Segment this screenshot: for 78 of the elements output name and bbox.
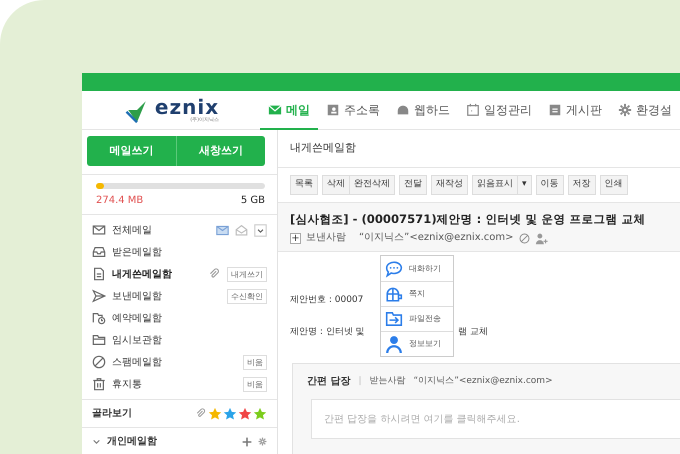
folder-action-button[interactable]: 수신확인 <box>227 288 267 304</box>
star-icon[interactable] <box>223 406 237 420</box>
logo-text: eznix <box>154 96 220 116</box>
paperclip-icon <box>195 408 207 420</box>
cup-icon <box>385 285 403 303</box>
dropdown-icon[interactable] <box>254 224 267 236</box>
separator: | <box>358 374 362 388</box>
reply-input-field[interactable]: 간편 답장을 하시려면 여기를 클릭해주세요. <box>311 399 680 439</box>
toolbar-button[interactable]: 삭제 <box>322 175 350 195</box>
folder-item[interactable]: 예약메일함 <box>112 310 267 326</box>
document-icon <box>92 267 106 281</box>
storage-used: 274.4 MB <box>96 194 144 208</box>
folder-item[interactable]: 스팸메일함 <box>112 354 237 370</box>
expand-button[interactable]: + <box>290 232 301 244</box>
toolbar-button[interactable]: 재작성 <box>431 175 468 195</box>
folder-item[interactable]: 임시보관함 <box>112 332 267 348</box>
toolbar-button[interactable]: ▾ <box>518 175 532 195</box>
toolbar-button[interactable]: 인쇄 <box>600 175 628 195</box>
star-icon[interactable] <box>253 406 267 420</box>
filter-label: 골라보기 <box>92 407 133 421</box>
mail-icon <box>268 102 282 116</box>
trash-icon <box>92 377 106 391</box>
folder-group-label: 개인메일함 <box>107 435 158 449</box>
menu-item[interactable]: 정보보기 <box>381 331 453 356</box>
read-mail-icon <box>216 224 229 236</box>
sender-address[interactable]: “이지닉스”<eznix@eznix.com> <box>359 231 514 245</box>
ban-icon <box>92 355 106 369</box>
folder-action-button[interactable]: 비움 <box>243 376 267 392</box>
storage-total: 5 GB <box>240 194 265 208</box>
settings-icon <box>618 102 632 116</box>
board-icon <box>548 102 562 116</box>
send-icon <box>92 289 106 303</box>
body-text: 제안명 : 인터넷 및 <box>290 326 366 338</box>
body-text: 램 교체 <box>458 326 489 338</box>
folder-item[interactable]: 받은메일함 <box>112 244 267 260</box>
calendar-icon <box>466 102 480 116</box>
add-icon <box>242 436 252 446</box>
nav-tab[interactable]: 일정관리 <box>458 91 540 130</box>
body-text: 제안번호 : 00007 <box>290 294 364 306</box>
toolbar-button[interactable]: 이동 <box>536 175 564 195</box>
folder-item[interactable]: 휴지통 <box>112 376 237 392</box>
open-envelope-icon <box>235 224 248 236</box>
paperclip-icon <box>208 268 221 280</box>
toolbar-button[interactable]: 목록 <box>290 175 318 195</box>
person-icon <box>385 335 403 353</box>
nav-tab[interactable]: 주소록 <box>318 91 388 130</box>
settings-icon <box>258 437 267 446</box>
folder-action-button[interactable]: 내게쓰기 <box>227 266 267 282</box>
mail-icon <box>92 223 106 237</box>
toolbar-button[interactable]: 저장 <box>568 175 596 195</box>
recipient-address: “이지닉스”<eznix@eznix.com> <box>414 374 553 388</box>
sender-label: 보낸사람 <box>306 231 346 245</box>
nav-tab[interactable]: 웹하드 <box>388 91 458 130</box>
star-icon[interactable] <box>238 406 252 420</box>
folder-title: 내게쓴메일함 <box>278 130 680 168</box>
toolbar-button[interactable]: 읽음표시 <box>472 175 518 195</box>
folder-arrow-icon <box>385 310 403 328</box>
quick-reply-title: 간편 답장 <box>307 375 350 389</box>
toolbar-button[interactable]: 완전삭제 <box>350 175 395 195</box>
chevron-down-icon <box>92 437 101 446</box>
folder-item[interactable]: 내게쓴메일함 <box>112 266 202 282</box>
block-icon <box>518 232 530 244</box>
address-book-icon <box>326 102 340 116</box>
star-icon[interactable] <box>208 406 222 420</box>
recipient-label: 받는사람 <box>370 374 406 388</box>
scheduled-folder-icon <box>92 311 106 325</box>
mail-subject: [심사협조] - (00007571)제안명 : 인터넷 및 운영 프로그램 교체 <box>290 211 646 227</box>
folder-action-button[interactable]: 비움 <box>243 354 267 370</box>
drive-icon <box>396 102 410 116</box>
add-contact-icon <box>534 232 548 244</box>
inbox-icon <box>92 245 106 259</box>
toolbar-button[interactable]: 전달 <box>399 175 427 195</box>
chat-bubble-icon <box>385 260 403 278</box>
folder-icon <box>92 333 106 347</box>
nav-tab[interactable]: 게시판 <box>540 91 610 130</box>
folder-item[interactable]: 전체메일 <box>112 222 210 238</box>
folder-item[interactable]: 보낸메일함 <box>112 288 221 304</box>
nav-tab[interactable]: 환경설 <box>610 91 680 130</box>
